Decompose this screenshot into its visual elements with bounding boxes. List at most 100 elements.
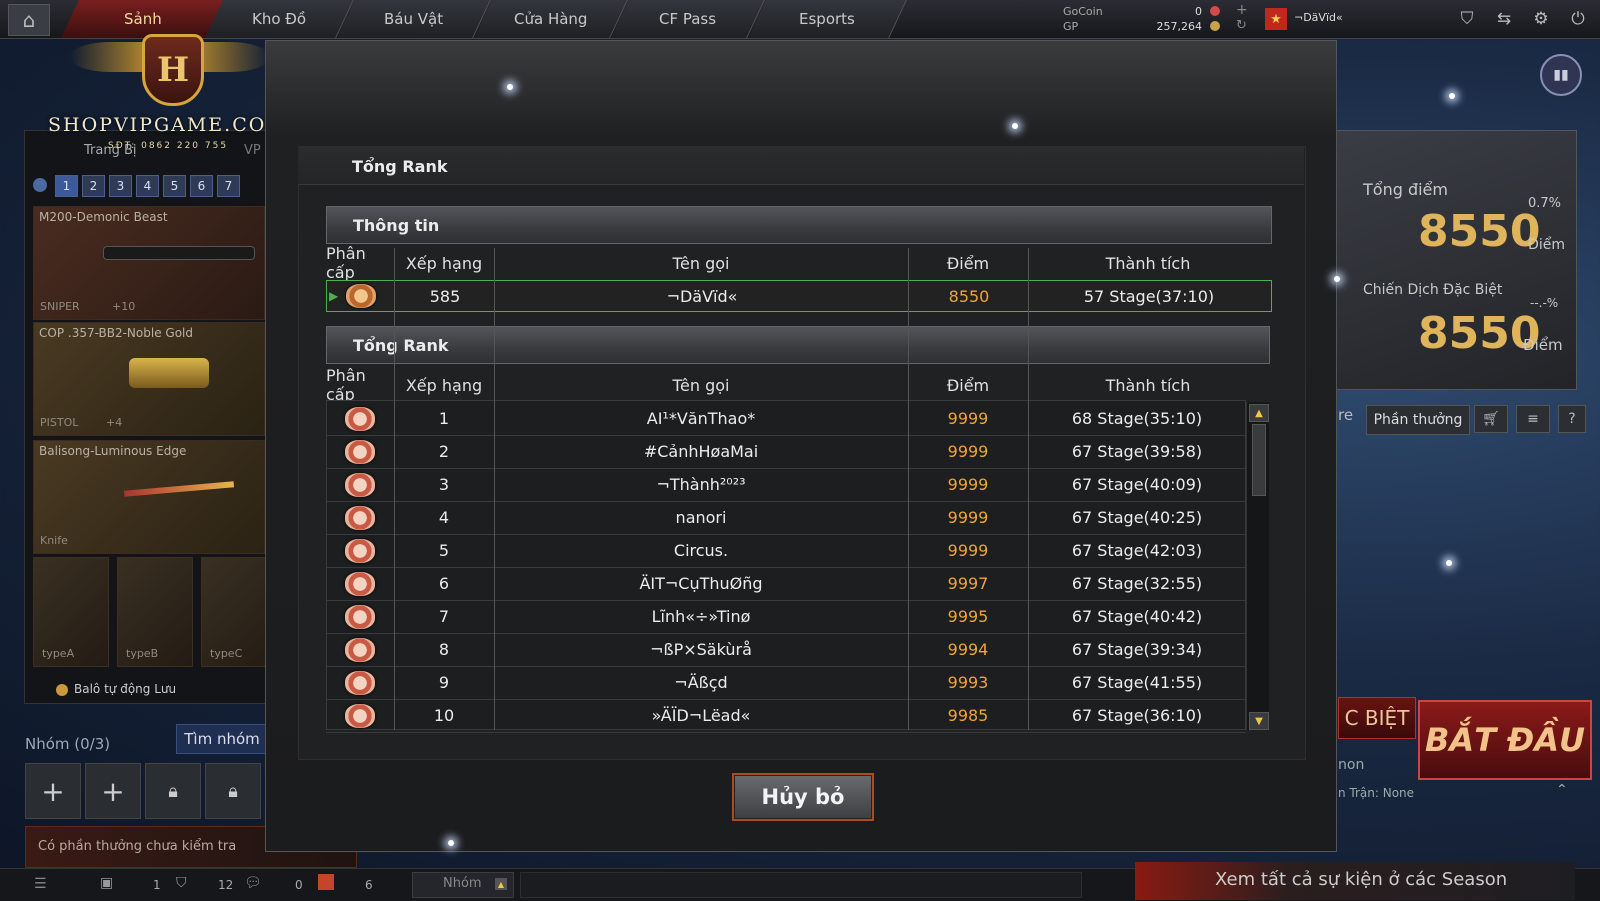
score-cell: 9997 — [947, 574, 989, 593]
slot-6[interactable]: 6 — [190, 175, 213, 197]
count-messages: 0 — [295, 878, 303, 892]
exit-room-icon[interactable]: ⇆ — [1491, 6, 1517, 32]
col-score: Điểm — [946, 375, 990, 395]
weapon-name: COP .357-BB2-Noble Gold — [39, 326, 193, 340]
rank-badge-icon — [346, 284, 376, 308]
table-row[interactable]: 9 ¬Äßçd 9993 67 Stage(41:55) — [326, 666, 1246, 700]
slot-1[interactable]: 1 — [55, 175, 78, 197]
chevron-up-icon[interactable]: ⌃ — [1556, 782, 1568, 798]
menu-icon[interactable]: ☰ — [34, 876, 47, 892]
tab-treasure[interactable]: Báu Vật — [337, 0, 491, 38]
bag-icon — [33, 178, 47, 192]
achievement-cell: 67 Stage(40:09) — [1071, 475, 1203, 494]
help-icon[interactable]: ? — [1558, 405, 1586, 433]
power-icon[interactable]: ⏻ — [1565, 6, 1591, 32]
find-group-button[interactable]: Tìm nhóm — [176, 724, 268, 754]
achievement-cell: 67 Stage(40:25) — [1071, 508, 1203, 527]
name-cell: ¬Äßçd — [674, 673, 728, 692]
rank-badge-icon — [345, 703, 375, 728]
table-row[interactable]: 7 Lĩnh«÷»Tinø 9995 67 Stage(40:42) — [326, 600, 1246, 634]
gift-icon[interactable] — [318, 874, 334, 890]
slot-3[interactable]: 3 — [109, 175, 132, 197]
stats-icon[interactable]: ▮▮ — [1540, 54, 1582, 96]
col-achievement: Thành tích — [1105, 375, 1191, 395]
col-tier: Phân cấp — [326, 366, 366, 404]
chat-channel-select[interactable]: Nhóm ▲ — [412, 872, 514, 898]
rank-cell: 4 — [438, 508, 450, 527]
reward-tab[interactable]: Phần thưởng — [1366, 405, 1470, 435]
lock-icon: 🔒︎ — [228, 780, 238, 802]
slot-4[interactable]: 4 — [136, 175, 159, 197]
start-button[interactable]: BẮT ĐẦU — [1418, 700, 1592, 780]
col-score: Điểm — [946, 253, 990, 273]
cancel-button[interactable]: Hủy bỏ — [732, 773, 874, 821]
add-icon[interactable]: + — [1236, 2, 1248, 18]
slot-2[interactable]: 2 — [82, 175, 105, 197]
logo-phone: SĐT: 0862 220 755 — [108, 141, 229, 151]
achievement-cell: 67 Stage(36:10) — [1071, 706, 1203, 725]
score-cell: 9993 — [947, 673, 989, 692]
wing-left-icon — [70, 42, 150, 72]
home-button[interactable]: ⌂ — [8, 4, 50, 36]
add-member-button[interactable]: + — [85, 763, 141, 819]
list-icon[interactable]: ≡ — [1516, 405, 1550, 433]
item-slot-b[interactable]: typeB — [117, 557, 193, 667]
name-cell: AI¹*VănThao* — [646, 409, 756, 428]
rank-cell: 9 — [438, 673, 450, 692]
table-row[interactable]: 1 AI¹*VănThao* 9999 68 Stage(35:10) — [326, 402, 1246, 436]
scroll-up-icon[interactable]: ▲ — [1249, 404, 1269, 422]
total-score-label: Tổng điểm — [1363, 180, 1448, 199]
achievement-cell: 67 Stage(39:34) — [1071, 640, 1203, 659]
season-banner[interactable]: Xem tất cả sự kiện ở các Season — [1135, 862, 1575, 900]
achievement-cell: 67 Stage(39:58) — [1071, 442, 1203, 461]
table-row[interactable]: 8 ¬ßP×Säkùrå 9994 67 Stage(39:34) — [326, 633, 1246, 667]
cart-icon[interactable]: 🛒︎ — [1474, 405, 1508, 433]
table-row[interactable]: 6 ÄIT¬CụThuØñg 9997 67 Stage(32:55) — [326, 567, 1246, 601]
tab-shop[interactable]: Cửa Hàng — [474, 0, 628, 38]
chat-bubble-icon: 💬︎ — [244, 875, 262, 891]
autosave-toggle[interactable] — [56, 684, 68, 696]
rank-cell: 10 — [433, 706, 455, 725]
table-row[interactable]: 3 ¬Thành²⁰²³ 9999 67 Stage(40:09) — [326, 468, 1246, 502]
name-cell: ¬ßP×Säkùrå — [650, 640, 752, 659]
weapon-card-sniper[interactable]: M200-Demonic Beast SNIPER +10 — [33, 206, 265, 320]
slot-5[interactable]: 5 — [163, 175, 186, 197]
tier-cell — [326, 567, 394, 600]
tier-cell — [326, 435, 394, 468]
tier-cell — [327, 281, 395, 311]
rank-cell: 3 — [438, 475, 450, 494]
gear-icon[interactable]: ⚙ — [1528, 6, 1554, 32]
tab-vip[interactable]: VP — [244, 143, 261, 158]
player-name[interactable]: ¬DäVïd« — [1294, 11, 1343, 24]
mode-partial: non — [1338, 757, 1365, 773]
partial-tab[interactable]: re — [1338, 406, 1353, 424]
gp-icon — [1210, 21, 1220, 31]
column-divider — [494, 248, 495, 730]
points-word: Điểm — [1523, 336, 1563, 354]
tab-esports[interactable]: Esports — [748, 0, 907, 38]
table-row[interactable]: 5 Circus. 9999 67 Stage(42:03) — [326, 534, 1246, 568]
weapon-card-knife[interactable]: Balisong-Luminous Edge Knife — [33, 440, 265, 554]
tier-cell — [326, 534, 394, 567]
tier-cell — [326, 501, 394, 534]
item-slot-a[interactable]: typeA — [33, 557, 109, 667]
tab-cf-pass[interactable]: CF Pass — [611, 0, 765, 38]
name-cell: nanori — [675, 508, 727, 527]
special-mode-button[interactable]: C BIỆT — [1338, 697, 1416, 739]
weapon-card-pistol[interactable]: COP .357-BB2-Noble Gold PISTOL +4 — [33, 322, 265, 436]
shield-icon[interactable]: ⛉ — [1454, 6, 1480, 32]
refresh-icon[interactable]: ↻ — [1236, 18, 1247, 33]
table-row[interactable]: 10 »ÄÏD¬Lëad« 9985 67 Stage(36:10) — [326, 699, 1246, 733]
chat-input[interactable] — [520, 872, 1082, 898]
autosave-label: Balô tự động Lưu — [74, 682, 177, 696]
rank-cell: 8 — [438, 640, 450, 659]
sparkle-icon — [448, 840, 454, 846]
add-member-button[interactable]: + — [25, 763, 81, 819]
table-row[interactable]: 4 nanori 9999 67 Stage(40:25) — [326, 501, 1246, 535]
slot-7[interactable]: 7 — [217, 175, 240, 197]
scroll-down-icon[interactable]: ▼ — [1249, 712, 1269, 730]
scroll-thumb[interactable] — [1252, 424, 1266, 496]
rank-badge-icon — [345, 472, 375, 497]
table-row[interactable]: 2 #CảnhHøaMai 9999 67 Stage(39:58) — [326, 435, 1246, 469]
locked-slot: 🔒︎ — [145, 763, 201, 819]
